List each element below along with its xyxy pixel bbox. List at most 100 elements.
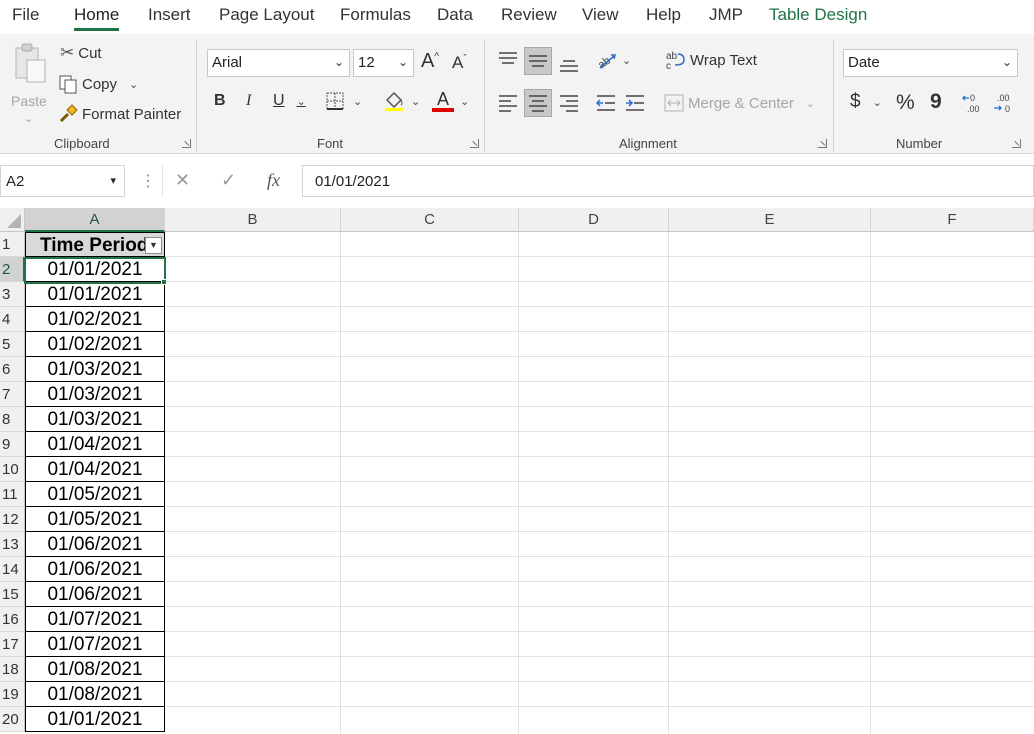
table-cell[interactable]: 01/02/2021 (25, 307, 165, 332)
confirm-entry-icon[interactable]: ✓ (221, 170, 236, 191)
filter-dropdown-icon[interactable]: ▼ (145, 237, 162, 254)
row-header-17[interactable]: 17 (0, 632, 25, 657)
column-header-c[interactable]: C (341, 208, 519, 232)
select-all-button[interactable] (0, 208, 25, 232)
table-cell[interactable]: 01/03/2021 (25, 357, 165, 382)
font-color-dropdown-chevron-icon[interactable]: ⌄ (460, 95, 469, 108)
row-header-9[interactable]: 9 (0, 432, 25, 457)
tab-data[interactable]: Data (437, 5, 473, 25)
copy-button[interactable]: Copy ⌄ (58, 74, 138, 94)
row-header-13[interactable]: 13 (0, 532, 25, 557)
fill-color-button[interactable]: ⌄ (383, 90, 420, 112)
row-header-20[interactable]: 20 (0, 707, 25, 732)
borders-dropdown-chevron-icon[interactable]: ⌄ (353, 95, 362, 108)
tab-review[interactable]: Review (501, 5, 557, 25)
table-cell[interactable]: 01/05/2021 (25, 507, 165, 532)
alignment-dialog-launcher-icon[interactable] (818, 139, 827, 148)
table-cell[interactable]: 01/07/2021 (25, 607, 165, 632)
increase-decimal-button[interactable]: 0.00 (962, 91, 986, 115)
copy-dropdown-chevron-icon[interactable]: ⌄ (129, 78, 138, 91)
tab-jmp[interactable]: JMP (709, 5, 743, 25)
row-header-7[interactable]: 7 (0, 382, 25, 407)
table-cell[interactable]: 01/01/2021 (25, 257, 165, 282)
row-header-2[interactable]: 2 (0, 257, 25, 282)
row-header-10[interactable]: 10 (0, 457, 25, 482)
font-name-select[interactable]: Arial ⌄ (207, 49, 350, 77)
table-cell[interactable]: 01/08/2021 (25, 682, 165, 707)
table-cell[interactable]: 01/04/2021 (25, 457, 165, 482)
bold-button[interactable]: B (214, 92, 226, 110)
worksheet-grid[interactable]: A B C D E F 1 2 3 4 5 6 7 8 9 10 11 12 1… (0, 208, 1034, 734)
row-header-15[interactable]: 15 (0, 582, 25, 607)
row-header-12[interactable]: 12 (0, 507, 25, 532)
clipboard-dialog-launcher-icon[interactable] (182, 139, 191, 148)
formula-bar-resize-handle-icon[interactable]: ⋮ (140, 171, 156, 191)
cancel-entry-icon[interactable]: ✕ (175, 170, 190, 191)
row-header-16[interactable]: 16 (0, 607, 25, 632)
increase-font-size-button[interactable]: A^ (421, 50, 439, 73)
row-header-5[interactable]: 5 (0, 332, 25, 357)
column-header-a[interactable]: A (25, 208, 165, 232)
accounting-format-button[interactable]: $ ⌄ (850, 91, 882, 113)
row-header-1[interactable]: 1 (0, 232, 25, 257)
decrease-decimal-button[interactable]: .00 0 (992, 91, 1016, 115)
table-cell[interactable]: 01/05/2021 (25, 482, 165, 507)
table-cell[interactable]: 01/08/2021 (25, 657, 165, 682)
column-header-b[interactable]: B (165, 208, 341, 232)
name-box[interactable]: A2 ▾ (0, 165, 125, 197)
decrease-font-size-button[interactable]: Aˇ (452, 53, 467, 73)
orientation-dropdown-chevron-icon[interactable]: ⌄ (622, 54, 631, 67)
merge-center-button[interactable]: Merge & Center ⌄ (664, 94, 815, 112)
table-cell[interactable]: 01/06/2021 (25, 532, 165, 557)
table-cell[interactable]: 01/03/2021 (25, 407, 165, 432)
underline-button[interactable]: U ⌄ (273, 92, 306, 110)
cut-button[interactable]: ✂ Cut (60, 43, 102, 63)
tab-help[interactable]: Help (646, 5, 681, 25)
table-cell[interactable]: 01/06/2021 (25, 557, 165, 582)
merge-center-dropdown-chevron-icon[interactable]: ⌄ (806, 97, 815, 110)
italic-button[interactable]: I (246, 92, 251, 110)
table-cell[interactable]: 01/01/2021 (25, 282, 165, 307)
tab-file[interactable]: File (12, 5, 39, 25)
tab-formulas[interactable]: Formulas (340, 5, 411, 25)
row-header-3[interactable]: 3 (0, 282, 25, 307)
row-header-19[interactable]: 19 (0, 682, 25, 707)
table-cell[interactable]: 01/04/2021 (25, 432, 165, 457)
table-cell[interactable]: 01/01/2021 (25, 707, 165, 732)
fill-handle[interactable] (161, 279, 167, 285)
row-header-18[interactable]: 18 (0, 657, 25, 682)
decrease-indent-button[interactable] (595, 92, 617, 114)
middle-align-button[interactable] (524, 47, 552, 75)
formula-input[interactable]: 01/01/2021 (302, 165, 1034, 197)
orientation-button[interactable]: ab ⌄ (596, 49, 631, 71)
fill-color-dropdown-chevron-icon[interactable]: ⌄ (411, 95, 420, 108)
font-color-button[interactable]: A ⌄ (432, 90, 469, 112)
center-align-button[interactable] (524, 89, 552, 117)
bottom-align-button[interactable] (558, 53, 580, 75)
tab-table-design[interactable]: Table Design (769, 5, 867, 25)
insert-function-icon[interactable]: fx (267, 170, 280, 191)
increase-indent-button[interactable] (624, 92, 646, 114)
wrap-text-button[interactable]: ab c Wrap Text (666, 50, 757, 70)
font-dialog-launcher-icon[interactable] (470, 139, 479, 148)
table-cell[interactable]: 01/06/2021 (25, 582, 165, 607)
row-header-11[interactable]: 11 (0, 482, 25, 507)
format-painter-button[interactable]: Format Painter (58, 104, 181, 124)
row-header-6[interactable]: 6 (0, 357, 25, 382)
top-align-button[interactable] (497, 49, 519, 71)
align-left-button[interactable] (497, 92, 519, 114)
row-header-14[interactable]: 14 (0, 557, 25, 582)
tab-page-layout[interactable]: Page Layout (219, 5, 314, 25)
number-dialog-launcher-icon[interactable] (1012, 139, 1021, 148)
tab-insert[interactable]: Insert (148, 5, 191, 25)
borders-button[interactable]: ⌄ (325, 91, 362, 111)
table-cell[interactable]: 01/07/2021 (25, 632, 165, 657)
comma-style-button[interactable]: 9 (930, 90, 942, 114)
underline-dropdown-chevron-icon[interactable]: ⌄ (297, 95, 306, 108)
table-cell[interactable]: 01/03/2021 (25, 382, 165, 407)
font-size-select[interactable]: 12 ⌄ (353, 49, 414, 77)
tab-view[interactable]: View (582, 5, 619, 25)
number-format-select[interactable]: Date ⌄ (843, 49, 1018, 77)
table-header-cell[interactable]: Time Period ▼ (25, 232, 165, 257)
column-header-f[interactable]: F (871, 208, 1034, 232)
